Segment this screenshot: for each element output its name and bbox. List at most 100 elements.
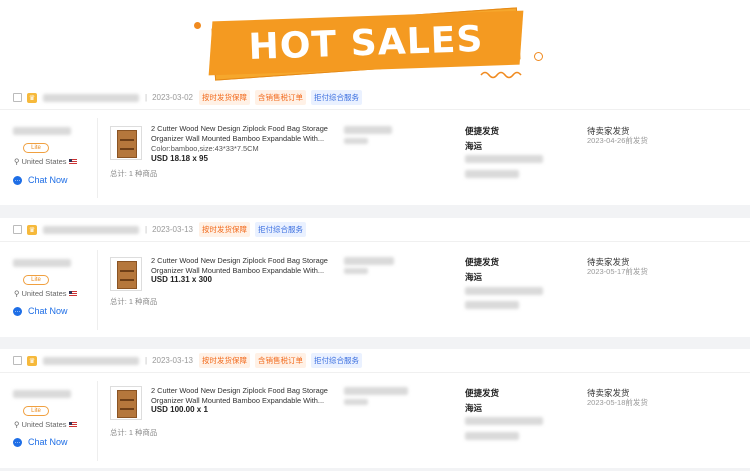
blurred-address	[465, 432, 519, 440]
country: United States	[21, 157, 67, 166]
chat-icon: …	[13, 306, 22, 316]
blurred-info	[344, 138, 368, 144]
divider: |	[145, 225, 148, 234]
pin-icon: ⚲	[14, 420, 20, 429]
ship-deadline: 2023-04-26前发货	[587, 136, 648, 145]
decor-ring	[534, 52, 543, 61]
seller-name-blurred	[43, 93, 139, 102]
buyer-name-blurred	[13, 390, 71, 398]
tag-tax: 含销售税订单	[255, 353, 306, 368]
us-flag-icon	[68, 291, 77, 296]
pin-icon: ⚲	[14, 289, 20, 298]
chat-now-link[interactable]: … Chat Now	[13, 175, 68, 185]
order-checkbox[interactable]	[13, 356, 22, 365]
ship-type: 便捷发货	[465, 126, 500, 136]
buyer-name-blurred	[13, 259, 71, 267]
blurred-info	[344, 126, 392, 134]
tag-tax: 含销售税订单	[255, 90, 306, 105]
chat-label: Chat Now	[28, 437, 68, 447]
order-date: 2023-03-13	[152, 225, 193, 234]
banner-title: HOT SALES	[247, 18, 485, 68]
order-card: ♛ | 2023-03-13 按时发货保障 含销售税订单 拒付综合服务 Lite…	[0, 349, 750, 468]
order-total: 总计: 1 种商品	[110, 428, 158, 437]
country: United States	[21, 289, 67, 298]
badge-face: HOT SALES	[208, 10, 524, 76]
tag-chargeback: 拒付综合服务	[255, 222, 306, 237]
order-header: ♛ | 2023-03-02 按时发货保障 含销售税订单 拒付综合服务	[0, 86, 750, 110]
product-price: USD 11.31 x 300	[151, 275, 212, 284]
order-card: ♛ | 2023-03-02 按时发货保障 含销售税订单 拒付综合服务 Lite…	[0, 86, 750, 205]
ship-deadline: 2023-05-18前发货	[587, 398, 648, 407]
blurred-address	[465, 301, 519, 309]
product-price: USD 100.00 x 1	[151, 405, 208, 414]
page: HOT SALES ♛ | 2023-03-02 按时发货保障 含销售税订单 拒…	[0, 0, 750, 471]
seller-name-blurred	[43, 356, 139, 365]
order-checkbox[interactable]	[13, 93, 22, 102]
chat-icon: …	[13, 437, 22, 447]
blurred-address	[465, 417, 543, 425]
chat-now-link[interactable]: … Chat Now	[13, 437, 68, 447]
order-header: ♛ | 2023-03-13 按时发货保障 含销售税订单 拒付综合服务	[0, 349, 750, 373]
column-divider	[97, 118, 98, 198]
blurred-address	[465, 287, 543, 295]
tag-on-time: 按时发货保障	[199, 222, 250, 237]
order-header: ♛ | 2023-03-13 按时发货保障 拒付综合服务	[0, 218, 750, 242]
decor-dot	[194, 22, 201, 29]
divider: |	[145, 93, 148, 102]
ship-type: 便捷发货	[465, 388, 500, 398]
blurred-address	[465, 170, 519, 178]
column-divider	[97, 381, 98, 461]
tag-chargeback: 拒付综合服务	[311, 353, 362, 368]
blurred-info	[344, 257, 394, 265]
hot-sales-banner: HOT SALES	[0, 0, 750, 86]
ship-type: 便捷发货	[465, 257, 500, 267]
product-price: USD 18.18 x 95	[151, 154, 208, 163]
tag-chargeback: 拒付综合服务	[311, 90, 362, 105]
blurred-address	[465, 155, 543, 163]
product-attributes: Color:bamboo,size:43*33*7.5CM	[151, 144, 259, 153]
order-total: 总计: 1 种商品	[110, 169, 158, 178]
us-flag-icon	[68, 159, 77, 164]
level-badge: Lite	[23, 143, 49, 153]
order-checkbox[interactable]	[13, 225, 22, 234]
order-date: 2023-03-13	[152, 356, 193, 365]
hot-sales-badge: HOT SALES	[207, 7, 529, 81]
blurred-info	[344, 387, 408, 395]
product-title[interactable]: 2 Cutter Wood New Design Ziplock Food Ba…	[151, 124, 336, 144]
blurred-info	[344, 268, 368, 274]
ship-method: 海运	[465, 403, 483, 413]
crown-icon: ♛	[27, 224, 37, 235]
product-thumbnail[interactable]	[110, 257, 142, 291]
product-title[interactable]: 2 Cutter Wood New Design Ziplock Food Ba…	[151, 256, 336, 276]
tag-on-time: 按时发货保障	[199, 90, 250, 105]
seller-name-blurred	[43, 225, 139, 234]
location: ⚲ United States	[14, 420, 77, 429]
product-title[interactable]: 2 Cutter Wood New Design Ziplock Food Ba…	[151, 386, 336, 406]
tag-on-time: 按时发货保障	[199, 353, 250, 368]
ship-method: 海运	[465, 141, 483, 151]
country: United States	[21, 420, 67, 429]
level-badge: Lite	[23, 406, 49, 416]
us-flag-icon	[68, 422, 77, 427]
ship-deadline: 2023-05-17前发货	[587, 267, 648, 276]
product-thumbnail[interactable]	[110, 386, 142, 420]
chat-label: Chat Now	[28, 306, 68, 316]
blurred-info	[344, 399, 368, 405]
location: ⚲ United States	[14, 289, 77, 298]
decor-wave	[480, 71, 522, 79]
divider: |	[145, 356, 148, 365]
chat-now-link[interactable]: … Chat Now	[13, 306, 68, 316]
crown-icon: ♛	[27, 92, 37, 103]
pin-icon: ⚲	[14, 157, 20, 166]
product-thumbnail[interactable]	[110, 126, 142, 160]
buyer-name-blurred	[13, 127, 71, 135]
level-badge: Lite	[23, 275, 49, 285]
order-total: 总计: 1 种商品	[110, 297, 158, 306]
location: ⚲ United States	[14, 157, 77, 166]
ship-method: 海运	[465, 272, 483, 282]
crown-icon: ♛	[27, 355, 37, 366]
chat-icon: …	[13, 175, 22, 185]
order-date: 2023-03-02	[152, 93, 193, 102]
chat-label: Chat Now	[28, 175, 68, 185]
order-card: ♛ | 2023-03-13 按时发货保障 拒付综合服务 Lite ⚲ Unit…	[0, 218, 750, 337]
